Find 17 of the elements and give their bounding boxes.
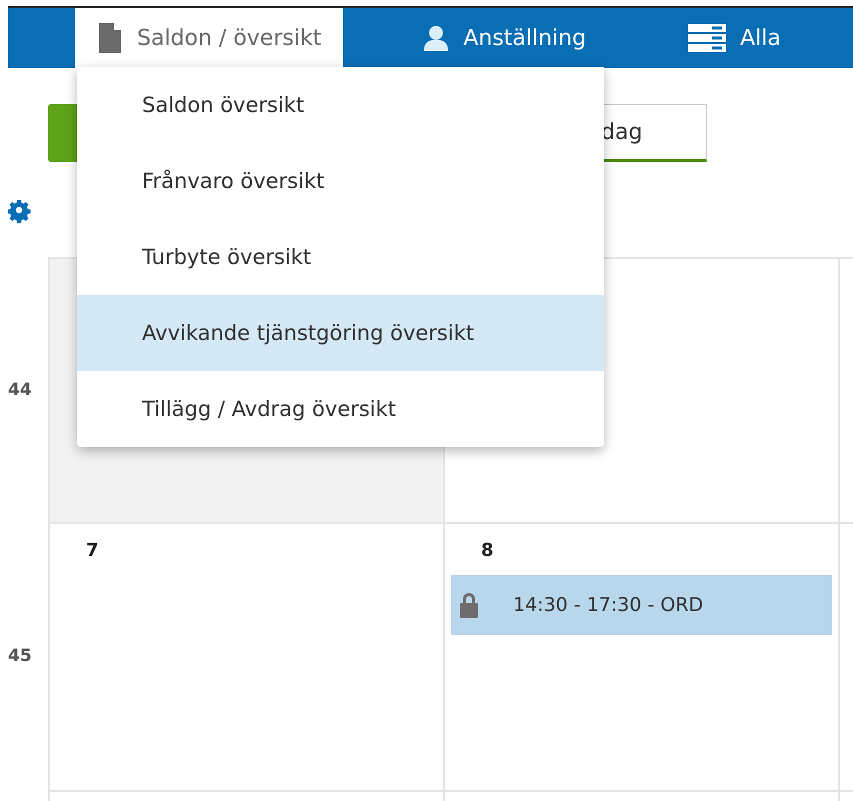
list-icon — [688, 23, 726, 53]
day-cell[interactable]: 8 14:30 - 17:30 - ORD — [443, 522, 838, 790]
document-icon — [97, 23, 123, 53]
week-number: 44 — [8, 380, 32, 400]
shift-event[interactable]: 14:30 - 17:30 - ORD — [451, 575, 832, 635]
menu-item[interactable]: Avvikande tjänstgöring översikt — [77, 295, 604, 371]
week-number: 45 — [8, 646, 32, 666]
menu-item[interactable]: Tillägg / Avdrag översikt — [77, 371, 604, 447]
day-number: 8 — [481, 540, 494, 561]
nav-tab[interactable]: Anställning — [401, 8, 608, 68]
person-icon — [423, 23, 450, 53]
menu-item[interactable]: Turbyte översikt — [77, 219, 604, 295]
day-number: 7 — [86, 540, 99, 561]
settings-icon[interactable] — [8, 200, 32, 224]
nav-tab[interactable]: Saldon / översikt — [75, 8, 344, 68]
nav-tab[interactable]: Alla — [666, 8, 803, 68]
day-cell[interactable]: 7 — [48, 522, 443, 790]
